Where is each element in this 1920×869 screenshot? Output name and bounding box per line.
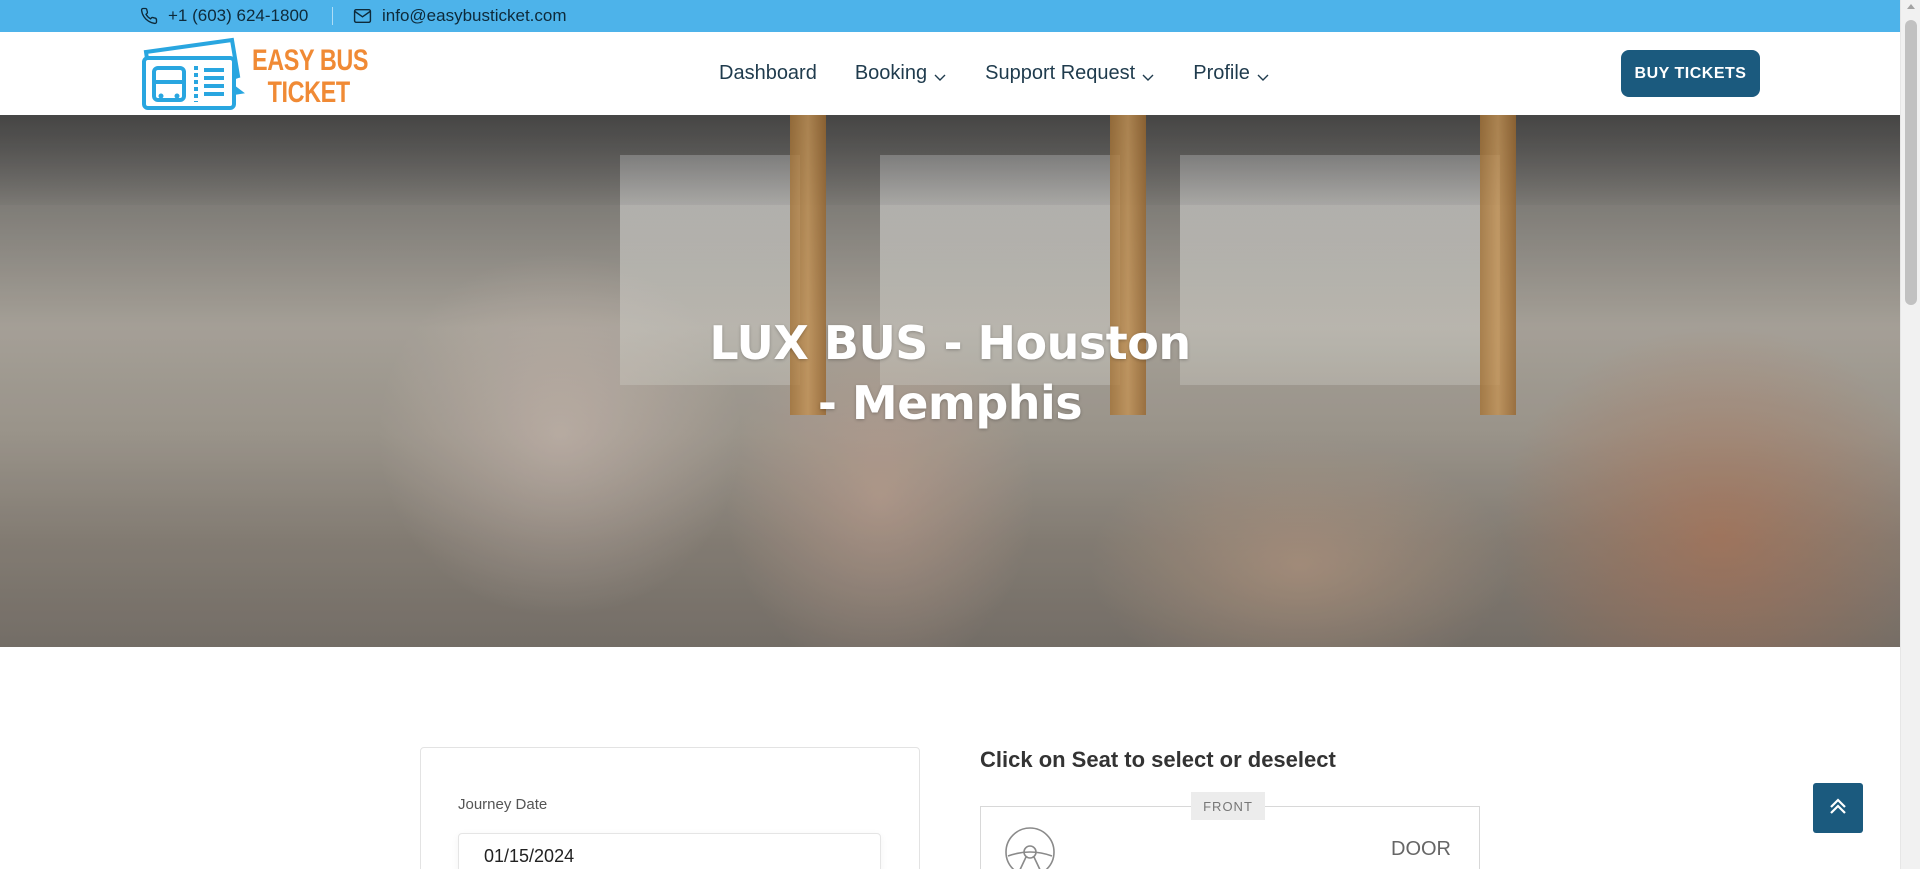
- chevron-down-icon: [1141, 67, 1155, 81]
- page-scrollbar[interactable]: [1900, 0, 1920, 869]
- nav-support-request-label: Support Request: [985, 62, 1136, 84]
- nav-profile[interactable]: Profile: [1193, 62, 1270, 85]
- scroll-to-top-button[interactable]: [1813, 783, 1863, 833]
- nav-booking[interactable]: Booking: [855, 62, 947, 85]
- logo-line-1: EASY BUS: [252, 43, 369, 77]
- door-label: DOOR: [1391, 838, 1451, 860]
- email-contact[interactable]: info@easybusticket.com: [353, 0, 567, 32]
- chevron-down-icon: [1256, 67, 1270, 81]
- top-contact-bar: +1 (603) 624-1800 info@easybusticket.com: [0, 0, 1900, 32]
- journey-date-input[interactable]: 01/15/2024: [458, 833, 881, 869]
- nav-dashboard[interactable]: Dashboard: [719, 62, 817, 85]
- email-address: info@easybusticket.com: [382, 6, 567, 25]
- booking-form-card: Journey Date 01/15/2024: [420, 747, 920, 869]
- seat-instruction: Click on Seat to select or deselect: [980, 747, 1336, 772]
- front-label: FRONT: [1191, 792, 1265, 820]
- contact-divider: [332, 7, 333, 25]
- nav-support-request[interactable]: Support Request: [985, 62, 1155, 85]
- nav-dashboard-label: Dashboard: [719, 62, 817, 84]
- nav-profile-label: Profile: [1193, 62, 1250, 84]
- chevron-down-icon: [933, 67, 947, 81]
- phone-number: +1 (603) 624-1800: [168, 6, 309, 25]
- logo-line-2: TICKET: [267, 75, 351, 109]
- nav-booking-label: Booking: [854, 62, 928, 84]
- bus-ticket-logo-icon: [140, 36, 246, 117]
- scroll-up-arrow-icon[interactable]: [1907, 4, 1915, 9]
- double-chevron-up-icon: [1827, 795, 1849, 822]
- page-title: LUX BUS - Houston - Memphis: [709, 316, 1191, 430]
- main-nav: Dashboard Booking Support Request Profil…: [719, 32, 1308, 115]
- journey-date-label: Journey Date: [458, 796, 548, 813]
- steering-wheel-icon: [1004, 826, 1056, 869]
- scrollbar-thumb[interactable]: [1905, 20, 1917, 305]
- envelope-icon: [353, 8, 372, 24]
- site-logo[interactable]: EASY BUS TICKET: [140, 36, 401, 117]
- phone-contact[interactable]: +1 (603) 624-1800: [140, 0, 308, 32]
- phone-icon: [140, 7, 158, 25]
- buy-tickets-button[interactable]: BUY TICKETS: [1621, 50, 1760, 97]
- logo-wordmark: EASY BUS TICKET: [252, 43, 369, 109]
- hero-banner: LUX BUS - Houston - Memphis: [0, 115, 1900, 647]
- main-header: EASY BUS TICKET Dashboard Booking Suppor…: [0, 32, 1900, 115]
